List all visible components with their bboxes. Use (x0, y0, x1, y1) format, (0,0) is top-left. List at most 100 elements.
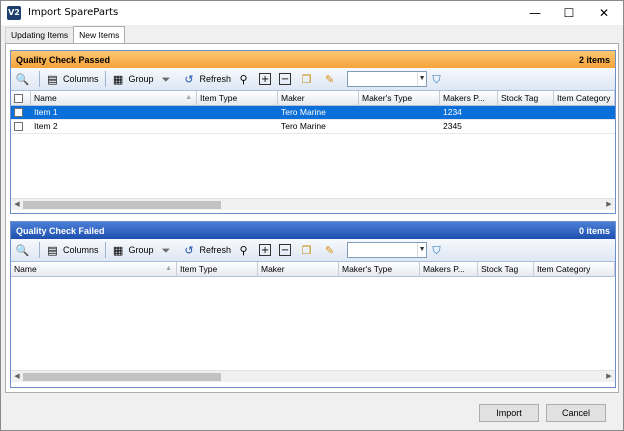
passed-grid-header: Name ▲ Item Type Maker Maker's Type Maker… (11, 91, 615, 106)
copy-button[interactable]: ❐ (297, 70, 319, 89)
toolbar-separator (104, 242, 106, 258)
copy-button[interactable]: ❐ (297, 241, 319, 260)
row-checkbox[interactable] (14, 108, 23, 118)
column-header-maker[interactable]: Maker (258, 262, 339, 277)
columns-button[interactable]: ▤ Columns (43, 241, 101, 260)
column-header-name[interactable]: Name ▲ (11, 262, 177, 277)
pencil-icon: ✎ (324, 72, 335, 86)
scroll-right-icon[interactable]: ▶ (604, 371, 614, 383)
group-button[interactable]: ▦ Group (109, 241, 156, 260)
cancel-button[interactable]: Cancel (546, 404, 606, 422)
failed-grid-header: Name ▲ Item Type Maker Maker's Type Maker… (11, 262, 615, 277)
column-header-item-category[interactable]: Item Category (554, 91, 615, 106)
refresh-button[interactable]: ↺ Refresh (180, 70, 234, 89)
scroll-left-icon[interactable]: ◀ (12, 371, 22, 383)
import-button[interactable]: Import (479, 404, 539, 422)
scrollbar-thumb[interactable] (23, 373, 221, 381)
column-header-item-type[interactable]: Item Type (177, 262, 258, 277)
refresh-button[interactable]: ↺ Refresh (180, 241, 234, 260)
failed-toolbar: 🔍 ▤ Columns ▦ Group ⏷ ↺ Refresh ⚲ + − ❐ ✎ ▼… (11, 239, 615, 262)
refresh-icon: ↺ (184, 243, 194, 257)
row-checkbox[interactable] (14, 122, 23, 132)
column-header-stock-tag[interactable]: Stock Tag (498, 91, 554, 106)
find-button[interactable]: ⚲ (234, 241, 256, 260)
quality-check-failed-panel: Quality Check Failed 0 items 🔍 ▤ Columns … (10, 221, 616, 388)
row-checkbox-cell[interactable] (11, 106, 31, 120)
filter-button[interactable]: ⏷ (157, 241, 179, 260)
passed-item-count: 2 items (578, 54, 610, 65)
passed-horizontal-scrollbar[interactable]: ◀ ▶ (11, 198, 615, 210)
select-all-checkbox[interactable] (14, 94, 23, 104)
failed-panel-title: Quality Check Failed (16, 225, 105, 236)
failed-horizontal-scrollbar[interactable]: ◀ ▶ (11, 370, 615, 382)
zoom-button[interactable]: 🔍 (13, 241, 35, 260)
collapse-all-button[interactable]: − (277, 241, 296, 260)
cell-name[interactable]: Item 2 (31, 120, 197, 134)
cell-item-type[interactable] (197, 120, 278, 134)
zoom-button[interactable]: 🔍 (13, 70, 35, 89)
save-filter-button[interactable]: ⛉ (427, 241, 449, 260)
pencil-icon: ✎ (324, 243, 335, 257)
tab-new-items[interactable]: New Items (73, 26, 126, 43)
cell-maker[interactable]: Tero Marine (278, 120, 359, 134)
toolbar-separator (39, 71, 40, 87)
failed-grid-body: ◀ ▶ (11, 277, 615, 386)
column-header-name[interactable]: Name ▲ (31, 91, 197, 106)
collapse-all-button[interactable]: − (277, 70, 296, 89)
failed-panel-header: Quality Check Failed 0 items (11, 222, 615, 239)
title-bar: V2 Import SpareParts — ☐ ✕ (1, 1, 623, 25)
import-spareparts-window: V2 Import SpareParts — ☐ ✕ Updating Item… (0, 0, 624, 431)
save-filter-button[interactable]: ⛉ (427, 70, 449, 89)
column-header-item-category[interactable]: Item Category (534, 262, 615, 277)
cell-makers-type[interactable] (359, 106, 440, 120)
cell-stock-tag[interactable] (498, 106, 554, 120)
column-header-makers-part[interactable]: Makers P... (440, 91, 498, 106)
column-header-makers-type[interactable]: Maker's Type (339, 262, 420, 277)
row-checkbox-cell[interactable] (11, 120, 31, 134)
scroll-right-icon[interactable]: ▶ (604, 199, 614, 211)
table-row[interactable]: Item 1 Tero Marine 1234 (11, 106, 615, 120)
filter-icon: ⏷ (161, 243, 171, 257)
expand-all-button[interactable]: + (257, 241, 276, 260)
cell-maker[interactable]: Tero Marine (278, 106, 359, 120)
sort-asc-icon: ▲ (185, 94, 192, 101)
columns-button[interactable]: ▤ Columns (43, 70, 101, 89)
table-row[interactable]: Item 2 Tero Marine 2345 (11, 120, 615, 134)
cell-item-type[interactable] (197, 106, 278, 120)
column-header-item-type[interactable]: Item Type (197, 91, 278, 106)
cell-makers-part[interactable]: 1234 (440, 106, 498, 120)
collapse-icon: − (279, 244, 292, 256)
filter-combo[interactable]: ▼ (347, 242, 428, 258)
column-header-makers-type[interactable]: Maker's Type (359, 91, 440, 106)
cell-name[interactable]: Item 1 (31, 106, 197, 120)
expand-icon: + (259, 73, 272, 85)
group-button[interactable]: ▦ Group (109, 70, 156, 89)
scrollbar-thumb[interactable] (23, 201, 221, 209)
cell-makers-type[interactable] (359, 120, 440, 134)
group-icon: ▦ (112, 72, 124, 86)
copy-icon: ❐ (301, 243, 312, 257)
column-header-makers-part[interactable]: Makers P... (420, 262, 478, 277)
filter-combo[interactable]: ▼ (347, 71, 428, 87)
close-button[interactable]: ✕ (587, 1, 621, 25)
binoculars-icon: ⚲ (239, 243, 248, 257)
expand-all-button[interactable]: + (257, 70, 276, 89)
edit-button[interactable]: ✎ (320, 70, 342, 89)
column-header-stock-tag[interactable]: Stock Tag (478, 262, 534, 277)
cell-item-category[interactable] (554, 106, 615, 120)
chevron-down-icon[interactable]: ▼ (417, 72, 426, 86)
cell-makers-part[interactable]: 2345 (440, 120, 498, 134)
minimize-button[interactable]: — (518, 1, 552, 25)
cell-item-category[interactable] (554, 120, 615, 134)
save-filter-icon: ⛉ (432, 72, 441, 86)
edit-button[interactable]: ✎ (320, 241, 342, 260)
tab-updating-items[interactable]: Updating Items (5, 27, 75, 43)
find-button[interactable]: ⚲ (234, 70, 256, 89)
cell-stock-tag[interactable] (498, 120, 554, 134)
scroll-left-icon[interactable]: ◀ (12, 199, 22, 211)
select-all-checkbox-cell[interactable] (11, 91, 31, 106)
maximize-button[interactable]: ☐ (552, 1, 586, 25)
chevron-down-icon[interactable]: ▼ (417, 243, 426, 257)
filter-button[interactable]: ⏷ (157, 70, 179, 89)
column-header-maker[interactable]: Maker (278, 91, 359, 106)
